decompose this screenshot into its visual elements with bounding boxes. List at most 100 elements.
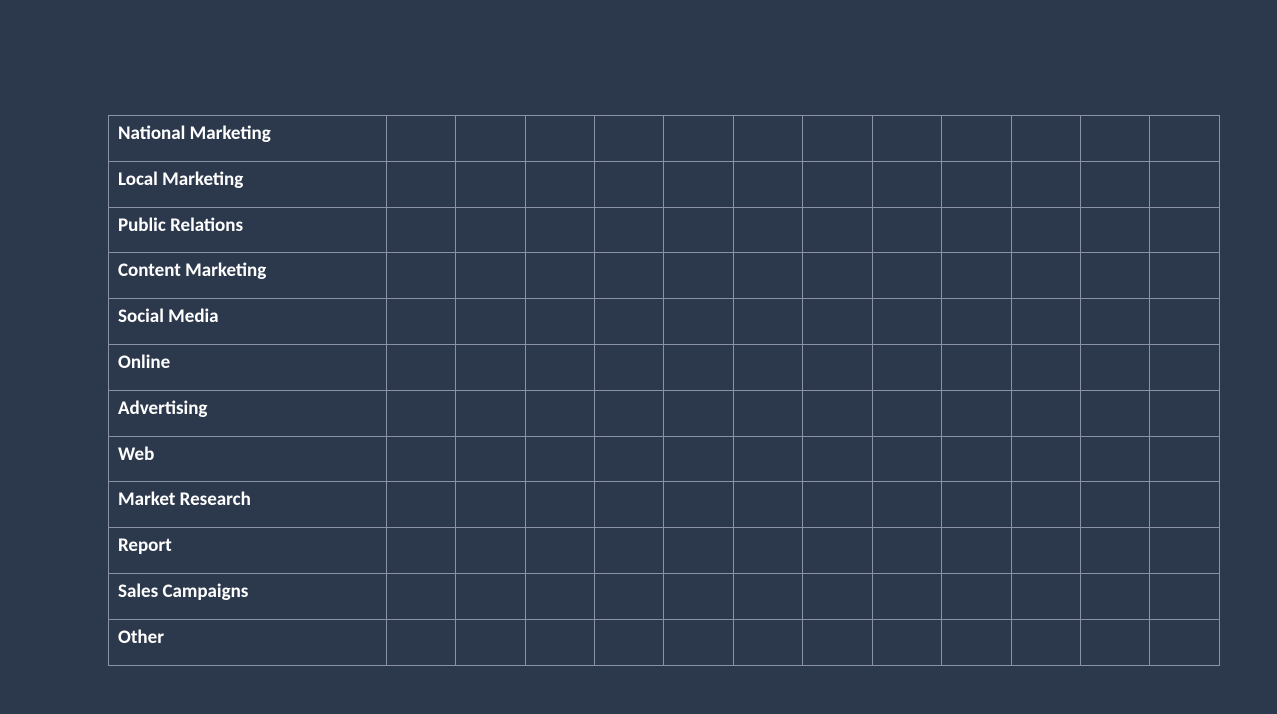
row-label: Online bbox=[109, 344, 387, 390]
table-cell bbox=[803, 253, 872, 299]
table-cell bbox=[525, 390, 594, 436]
table-cell bbox=[733, 116, 802, 162]
table-row: Content Marketing bbox=[109, 253, 1220, 299]
table-cell bbox=[942, 573, 1011, 619]
table-cell bbox=[664, 390, 733, 436]
table-cell bbox=[456, 390, 525, 436]
table-cell bbox=[1150, 207, 1220, 253]
table-cell bbox=[525, 482, 594, 528]
table-cell bbox=[942, 253, 1011, 299]
table-cell bbox=[942, 528, 1011, 574]
table-cell bbox=[942, 390, 1011, 436]
table-cell bbox=[803, 344, 872, 390]
table-row: Online bbox=[109, 344, 1220, 390]
table-cell bbox=[1150, 116, 1220, 162]
table-cell bbox=[1081, 619, 1150, 665]
table-cell bbox=[664, 161, 733, 207]
table-cell bbox=[872, 207, 941, 253]
table-cell bbox=[803, 619, 872, 665]
table-cell bbox=[803, 116, 872, 162]
table-cell bbox=[664, 344, 733, 390]
table-cell bbox=[595, 253, 664, 299]
table-cell bbox=[872, 299, 941, 345]
table-cell bbox=[595, 619, 664, 665]
table-cell bbox=[1011, 207, 1080, 253]
table-cell bbox=[664, 207, 733, 253]
table-cell bbox=[872, 436, 941, 482]
table-cell bbox=[733, 619, 802, 665]
table-row: Social Media bbox=[109, 299, 1220, 345]
table-cell bbox=[386, 436, 455, 482]
table-cell bbox=[456, 528, 525, 574]
table-cell bbox=[1081, 253, 1150, 299]
table-cell bbox=[803, 390, 872, 436]
table-cell bbox=[803, 573, 872, 619]
table-cell bbox=[525, 253, 594, 299]
row-label: Sales Campaigns bbox=[109, 573, 387, 619]
table-cell bbox=[525, 619, 594, 665]
row-label: Market Research bbox=[109, 482, 387, 528]
table-cell bbox=[386, 161, 455, 207]
table-cell bbox=[664, 528, 733, 574]
table-row: National Marketing bbox=[109, 116, 1220, 162]
table-row: Web bbox=[109, 436, 1220, 482]
table-cell bbox=[664, 619, 733, 665]
table-cell bbox=[872, 116, 941, 162]
table-cell bbox=[595, 344, 664, 390]
row-label: Other bbox=[109, 619, 387, 665]
table-cell bbox=[1081, 436, 1150, 482]
table-cell bbox=[1081, 116, 1150, 162]
table-cell bbox=[872, 253, 941, 299]
table-cell bbox=[595, 161, 664, 207]
table-cell bbox=[1081, 573, 1150, 619]
table-cell bbox=[1081, 482, 1150, 528]
row-label: Social Media bbox=[109, 299, 387, 345]
table-cell bbox=[386, 253, 455, 299]
table-row: Public Relations bbox=[109, 207, 1220, 253]
table-cell bbox=[803, 482, 872, 528]
row-label: National Marketing bbox=[109, 116, 387, 162]
table-row: Local Marketing bbox=[109, 161, 1220, 207]
table-cell bbox=[733, 207, 802, 253]
table-cell bbox=[595, 390, 664, 436]
row-label: Advertising bbox=[109, 390, 387, 436]
table-cell bbox=[664, 436, 733, 482]
table-cell bbox=[456, 482, 525, 528]
table-cell bbox=[1011, 161, 1080, 207]
table-cell bbox=[386, 573, 455, 619]
table-cell bbox=[1150, 573, 1220, 619]
table-cell bbox=[386, 344, 455, 390]
table-cell bbox=[1150, 344, 1220, 390]
table-row: Sales Campaigns bbox=[109, 573, 1220, 619]
table-cell bbox=[872, 619, 941, 665]
table-cell bbox=[664, 253, 733, 299]
table-cell bbox=[456, 436, 525, 482]
table-cell bbox=[1011, 619, 1080, 665]
table-cell bbox=[1081, 528, 1150, 574]
table-cell bbox=[1150, 619, 1220, 665]
table-row: Advertising bbox=[109, 390, 1220, 436]
table-row: Market Research bbox=[109, 482, 1220, 528]
table-cell bbox=[733, 528, 802, 574]
table-cell bbox=[386, 528, 455, 574]
table-cell bbox=[872, 482, 941, 528]
table-cell bbox=[1150, 253, 1220, 299]
table-cell bbox=[456, 573, 525, 619]
table-cell bbox=[664, 573, 733, 619]
table-cell bbox=[386, 482, 455, 528]
table-cell bbox=[942, 344, 1011, 390]
table-row: Report bbox=[109, 528, 1220, 574]
table-cell bbox=[1150, 482, 1220, 528]
table-body: National Marketing Local Marketing bbox=[109, 116, 1220, 666]
table-cell bbox=[386, 390, 455, 436]
table-cell bbox=[595, 116, 664, 162]
table-cell bbox=[525, 161, 594, 207]
table-cell bbox=[733, 299, 802, 345]
table-cell bbox=[456, 161, 525, 207]
table-cell bbox=[733, 482, 802, 528]
table-cell bbox=[456, 299, 525, 345]
table-cell bbox=[386, 207, 455, 253]
table-cell bbox=[456, 344, 525, 390]
table-cell bbox=[456, 619, 525, 665]
table-cell bbox=[942, 482, 1011, 528]
